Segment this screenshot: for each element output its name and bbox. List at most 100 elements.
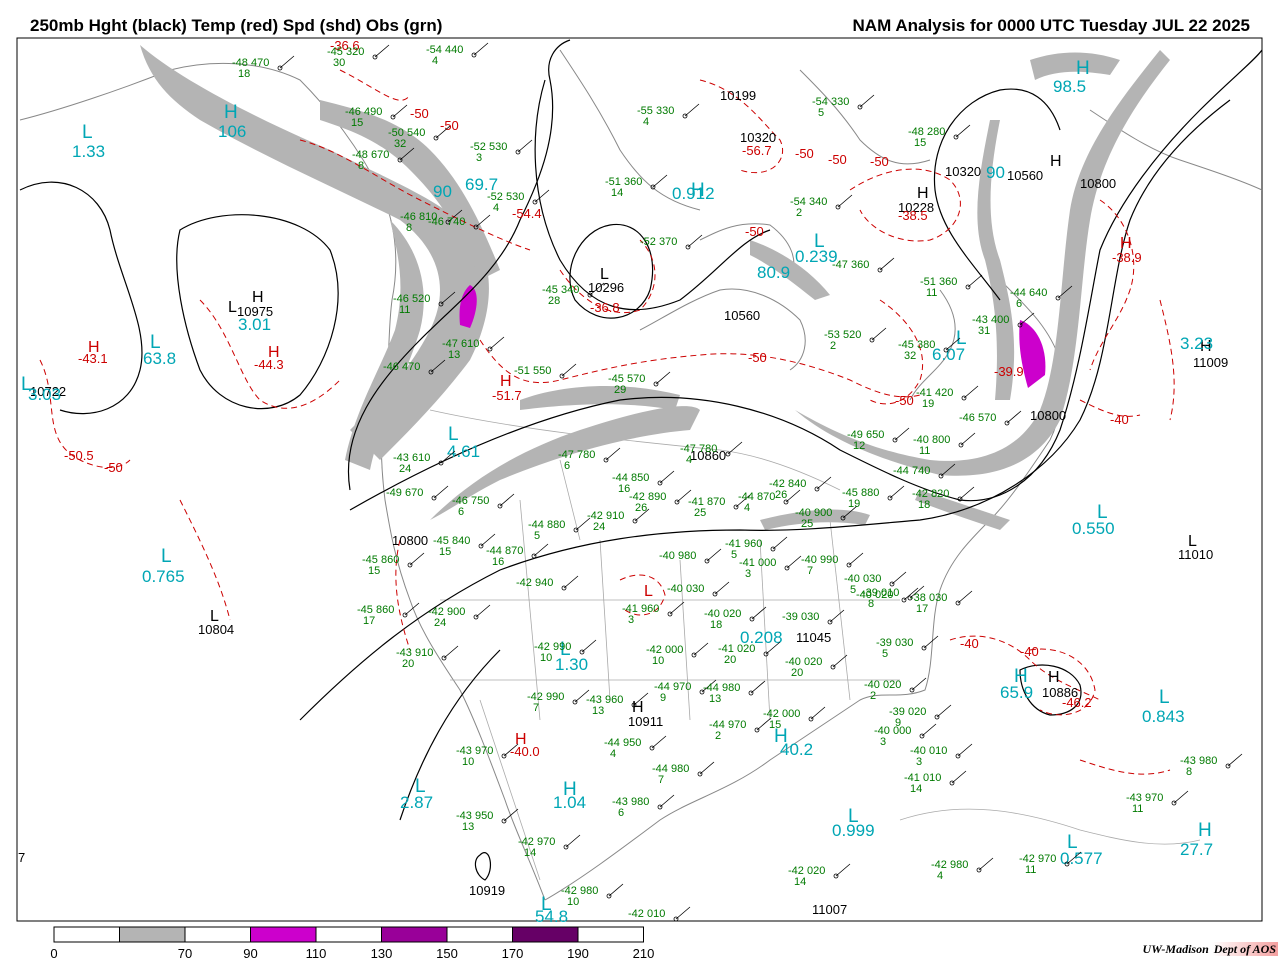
speed-shade-region xyxy=(1030,52,1120,80)
height-label: 10800 xyxy=(392,533,428,548)
station-ob: -46 7506 xyxy=(452,493,515,518)
wind-barb xyxy=(517,139,533,153)
station-dewpoint: 20 xyxy=(402,658,414,670)
station-dewpoint: 24 xyxy=(593,521,605,533)
wind-barb xyxy=(772,536,788,550)
temperature-label: -50 xyxy=(870,154,889,169)
height-contours xyxy=(19,39,1263,881)
wind-barb xyxy=(499,493,515,507)
station-ob: -40 0103 xyxy=(910,743,973,768)
wind-barb xyxy=(684,103,700,117)
credit-dept: Dept of AOS xyxy=(1211,942,1278,956)
station-ob: -43 61024 xyxy=(393,450,456,475)
wind-barb xyxy=(652,174,668,188)
station-ob: -41 9603 xyxy=(622,601,685,626)
height-center-marker: H xyxy=(917,185,929,202)
station-temp-height: -42 940 xyxy=(516,577,553,589)
wind-barb xyxy=(503,808,519,822)
height-center-marker: L xyxy=(210,608,219,625)
temperature-contour xyxy=(1079,759,1171,775)
station-dewpoint: 24 xyxy=(434,617,446,629)
speed-center-marker: L xyxy=(161,546,172,567)
speed-label: 90 xyxy=(986,163,1005,182)
speed-label: 0.550 xyxy=(1072,519,1115,538)
station-dewpoint: 15 xyxy=(914,137,926,149)
station-dewpoint: 20 xyxy=(724,654,736,666)
station-ob: -42 02014 xyxy=(788,863,851,888)
station-ob: -44 8805 xyxy=(528,517,591,542)
legend-tick-label: 150 xyxy=(436,946,458,960)
station-dewpoint: 13 xyxy=(592,705,604,717)
station-temp-height: -49 670 xyxy=(386,487,423,499)
station-dewpoint: 6 xyxy=(1016,298,1022,310)
station-dewpoint: 25 xyxy=(694,507,706,519)
wind-barb xyxy=(669,601,685,615)
station-dewpoint: 4 xyxy=(493,202,499,214)
speed-center-marker: L xyxy=(541,894,552,915)
temperature-label: -46.2 xyxy=(1062,695,1092,710)
height-label: 10320 xyxy=(945,164,981,179)
speed-center-marker: H xyxy=(224,102,238,123)
station-dewpoint: 13 xyxy=(709,693,721,705)
temperature-label: -36.8 xyxy=(590,300,620,315)
station-dewpoint: 14 xyxy=(524,847,536,859)
station-ob: -51 550 xyxy=(514,363,577,379)
wind-barb xyxy=(392,104,408,118)
station-dewpoint: 5 xyxy=(882,648,888,660)
wind-barb xyxy=(651,735,667,749)
station-ob: -41 42019 xyxy=(916,385,979,410)
temperature-label: -50 xyxy=(895,393,914,408)
speed-label: 80.9 xyxy=(757,263,790,282)
station-temp-height: -52 370 xyxy=(640,236,677,248)
station-dewpoint: 5 xyxy=(534,530,540,542)
station-ob: -54 4404 xyxy=(426,42,489,67)
wind-barb xyxy=(1019,312,1035,326)
station-dewpoint: 2 xyxy=(830,340,836,352)
station-dewpoint: 28 xyxy=(548,295,560,307)
wind-barb xyxy=(409,552,425,566)
station-dewpoint: 8 xyxy=(406,222,412,234)
height-label: 11045 xyxy=(796,630,831,645)
station-dewpoint: 18 xyxy=(238,68,250,80)
station-dewpoint: 7 xyxy=(658,774,664,786)
legend-swatch xyxy=(250,926,317,943)
wind-barb xyxy=(871,327,887,341)
station-ob: -43 97011 xyxy=(1126,790,1189,815)
station-ob: -47 61013 xyxy=(442,336,505,361)
speed-label: 3.03 xyxy=(28,385,61,404)
station-dewpoint: 7 xyxy=(807,565,813,577)
station-dewpoint: 10 xyxy=(652,655,664,667)
wind-barb xyxy=(655,371,671,385)
temperature-center-marker: L xyxy=(644,583,653,600)
temperature-contour xyxy=(179,499,231,621)
station-ob: -48 47018 xyxy=(232,55,295,80)
wind-barb xyxy=(921,723,937,737)
station-dewpoint: 6 xyxy=(564,460,570,472)
station-ob: -46 570 xyxy=(959,410,1022,426)
speed-center-marker: L xyxy=(82,122,93,143)
speed-label: 0.843 xyxy=(1142,707,1185,726)
station-dewpoint: 2 xyxy=(870,690,876,702)
wind-barb xyxy=(750,680,766,694)
height-label: 10919 xyxy=(469,883,505,898)
station-dewpoint: 4 xyxy=(643,116,649,128)
speed-center-marker: L xyxy=(1159,687,1170,708)
wind-barb xyxy=(581,639,597,653)
station-dewpoint: 14 xyxy=(794,876,806,888)
wind-barb xyxy=(957,743,973,757)
station-ob: -40 030 xyxy=(667,581,730,597)
temperature-label: -50 xyxy=(795,146,814,161)
station-dewpoint: 6 xyxy=(458,506,464,518)
wind-barb xyxy=(889,485,905,499)
speed-label: 98.5 xyxy=(1053,77,1086,96)
station-dewpoint: 20 xyxy=(791,667,803,679)
speed-center-marker: L xyxy=(956,328,967,349)
credit-label: UW-Madison Dept of AOS xyxy=(1143,942,1278,957)
temperature-label: -54.4 xyxy=(512,206,542,221)
wind-barb xyxy=(894,427,910,441)
station-ob: -44 8704 xyxy=(738,489,801,514)
speed-center-marker: H xyxy=(1198,820,1212,841)
station-ob: -40 0202 xyxy=(864,677,927,702)
legend-swatch xyxy=(119,926,186,943)
station-dewpoint: 12 xyxy=(853,440,865,452)
